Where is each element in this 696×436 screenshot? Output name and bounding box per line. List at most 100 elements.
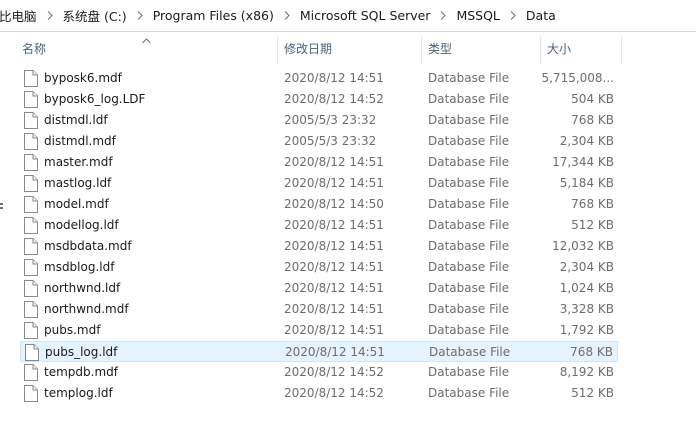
file-size: 3,328 KB xyxy=(559,302,614,316)
file-type: Database File xyxy=(428,218,510,232)
file-name: pubs.mdf xyxy=(44,323,101,337)
file-icon xyxy=(24,280,38,297)
breadcrumb: 比电脑 系统盘 (C:) Program Files (x86) Microso… xyxy=(0,0,696,32)
file-modified-date: 2020/8/12 14:51 xyxy=(284,281,384,295)
file-size: 2,304 KB xyxy=(559,260,614,274)
chevron-right-icon[interactable] xyxy=(277,0,297,31)
file-size: 8,192 KB xyxy=(559,365,614,379)
file-modified-date: 2020/8/12 14:51 xyxy=(284,323,384,337)
file-size: 768 KB xyxy=(571,113,614,127)
file-name: mastlog.ldf xyxy=(44,176,112,190)
file-name: distmdl.mdf xyxy=(44,134,116,148)
breadcrumb-segment[interactable]: Data xyxy=(523,8,559,23)
file-row[interactable]: mastlog.ldf 2020/8/12 14:51 Database File 5… xyxy=(20,173,618,194)
file-name: templog.ldf xyxy=(44,386,113,400)
file-type: Database File xyxy=(428,239,510,253)
file-row[interactable]: distmdl.ldf 2005/5/3 23:32 Database File 76… xyxy=(20,110,618,131)
file-modified-date: 2020/8/12 14:51 xyxy=(284,155,384,169)
file-name: byposk6.mdf xyxy=(44,71,122,85)
column-header-date[interactable]: 修改日期 xyxy=(278,32,421,64)
breadcrumb-item-program-files[interactable]: Program Files (x86) xyxy=(150,8,277,23)
file-icon xyxy=(24,133,38,150)
file-size: 512 KB xyxy=(571,218,614,232)
breadcrumb-item-system-drive[interactable]: 系统盘 (C:) xyxy=(60,6,130,25)
file-row[interactable]: tempdb.mdf 2020/8/12 14:52 Database File 8,… xyxy=(20,362,618,383)
file-size: 768 KB xyxy=(570,345,613,359)
chevron-right-icon[interactable] xyxy=(433,0,453,31)
file-row[interactable]: byposk6.mdf 2020/8/12 14:51 Database File 5… xyxy=(20,68,618,89)
file-modified-date: 2020/8/12 14:51 xyxy=(284,239,384,253)
file-type: Database File xyxy=(428,323,510,337)
file-type: Database File xyxy=(428,176,510,190)
file-icon xyxy=(24,91,38,108)
file-name: msdbdata.mdf xyxy=(44,239,132,253)
file-row[interactable]: msdbdata.mdf 2020/8/12 14:51 Database File… xyxy=(20,236,618,257)
chevron-right-icon[interactable] xyxy=(130,0,150,31)
file-modified-date: 2020/8/12 14:51 xyxy=(284,302,384,316)
file-row[interactable]: modellog.ldf 2020/8/12 14:51 Database File… xyxy=(20,215,618,236)
file-row[interactable]: byposk6_log.LDF 2020/8/12 14:52 Database F… xyxy=(20,89,618,110)
file-modified-date: 2020/8/12 14:51 xyxy=(284,260,384,274)
breadcrumb-item-mssql[interactable]: MSSQL xyxy=(453,8,502,23)
file-icon xyxy=(24,364,38,381)
file-size: 512 KB xyxy=(571,386,614,400)
file-modified-date: 2020/8/12 14:52 xyxy=(284,365,384,379)
breadcrumb-segment[interactable]: 比电脑 xyxy=(0,6,40,25)
file-modified-date: 2020/8/12 14:51 xyxy=(285,345,385,359)
file-type: Database File xyxy=(428,155,510,169)
breadcrumb-segment[interactable]: Microsoft SQL Server xyxy=(297,8,434,23)
file-size: 5,184 KB xyxy=(559,176,614,190)
file-name: distmdl.ldf xyxy=(44,113,108,127)
breadcrumb-item-this-pc[interactable]: 比电脑 xyxy=(0,6,40,25)
chevron-right-icon[interactable] xyxy=(40,0,60,31)
breadcrumb-segment[interactable]: Program Files (x86) xyxy=(150,8,277,23)
breadcrumb-segment[interactable]: 系统盘 (C:) xyxy=(60,6,130,25)
file-row[interactable]: northwnd.ldf 2020/8/12 14:51 Database File… xyxy=(20,278,618,299)
file-type: Database File xyxy=(428,281,510,295)
file-modified-date: 2020/8/12 14:51 xyxy=(284,218,384,232)
file-modified-date: 2020/8/12 14:51 xyxy=(284,71,384,85)
file-size: 768 KB xyxy=(571,197,614,211)
file-type: Database File xyxy=(428,302,510,316)
column-divider[interactable] xyxy=(621,36,622,64)
file-row[interactable]: templog.ldf 2020/8/12 14:52 Database File 5… xyxy=(20,383,618,404)
file-type: Database File xyxy=(428,134,510,148)
file-name: model.mdf xyxy=(44,197,109,211)
file-name: master.mdf xyxy=(44,155,113,169)
file-row[interactable]: pubs_log.ldf 2020/8/12 14:51 Database File… xyxy=(20,341,618,362)
file-type: Database File xyxy=(428,386,510,400)
file-name: msdblog.ldf xyxy=(44,260,115,274)
file-modified-date: 2020/8/12 14:52 xyxy=(284,92,384,106)
file-modified-date: 2020/8/12 14:50 xyxy=(284,197,384,211)
file-type: Database File xyxy=(428,71,510,85)
file-name: tempdb.mdf xyxy=(44,365,118,379)
file-row[interactable]: northwnd.mdf 2020/8/12 14:51 Database File… xyxy=(20,299,618,320)
column-header-row: 名称 修改日期 类型 大小 xyxy=(0,32,696,64)
file-type: Database File xyxy=(429,345,511,359)
file-name: pubs_log.ldf xyxy=(45,345,118,359)
file-type: Database File xyxy=(428,197,510,211)
file-row[interactable]: pubs.mdf 2020/8/12 14:51 Database File 1,79… xyxy=(20,320,618,341)
file-row[interactable]: master.mdf 2020/8/12 14:51 Database File 17… xyxy=(20,152,618,173)
file-row[interactable]: msdblog.ldf 2020/8/12 14:51 Database File 2… xyxy=(20,257,618,278)
breadcrumb-item-sql-server[interactable]: Microsoft SQL Server xyxy=(297,8,434,23)
breadcrumb-segment[interactable]: MSSQL xyxy=(453,8,502,23)
file-explorer: 比电脑 系统盘 (C:) Program Files (x86) Microso… xyxy=(0,0,696,436)
file-type: Database File xyxy=(428,260,510,274)
column-header-type[interactable]: 类型 xyxy=(422,32,540,64)
file-icon xyxy=(24,385,38,402)
chevron-right-icon[interactable] xyxy=(503,0,523,31)
file-row[interactable]: distmdl.mdf 2005/5/3 23:32 Database File 2,… xyxy=(20,131,618,152)
file-modified-date: 2005/5/3 23:32 xyxy=(284,134,377,148)
nav-pane-edge-mark xyxy=(0,203,3,205)
file-row[interactable]: model.mdf 2020/8/12 14:50 Database File 768… xyxy=(20,194,618,215)
column-header-name[interactable]: 名称 xyxy=(16,32,276,64)
file-icon xyxy=(24,112,38,129)
column-header-size[interactable]: 大小 xyxy=(541,32,621,64)
file-icon xyxy=(24,154,38,171)
file-name: modellog.ldf xyxy=(44,218,119,232)
file-size: 504 KB xyxy=(571,92,614,106)
file-size: 17,344 KB xyxy=(552,155,614,169)
nav-pane-edge-mark xyxy=(0,207,3,209)
breadcrumb-item-data[interactable]: Data xyxy=(523,8,559,23)
